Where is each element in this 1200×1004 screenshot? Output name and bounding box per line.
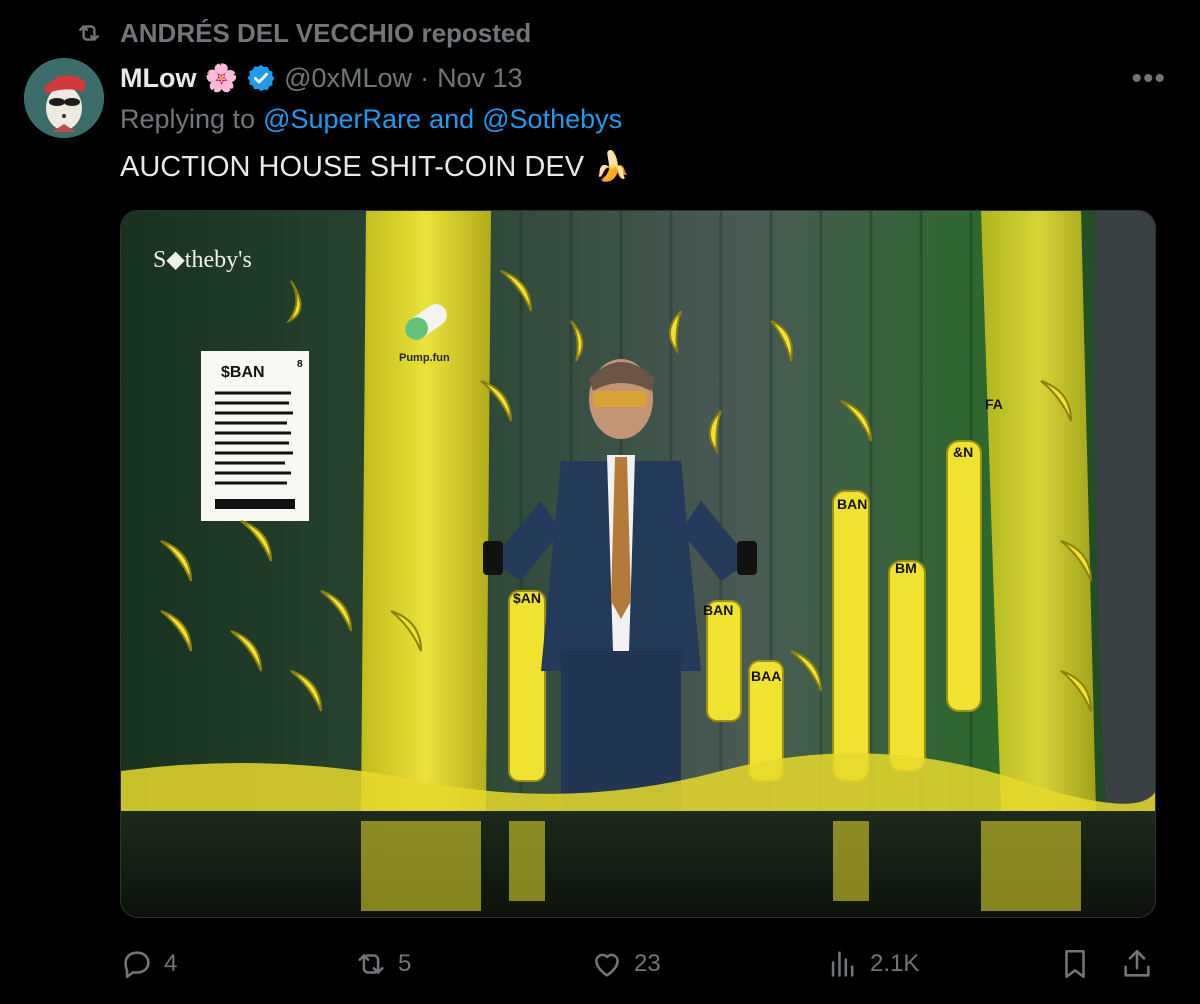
views-count: 2.1K bbox=[870, 950, 920, 977]
reposter-name[interactable]: ANDRÉS DEL VECCHIO bbox=[120, 18, 414, 48]
mention-sothebys[interactable]: @Sothebys bbox=[482, 104, 622, 140]
repost-button[interactable]: 5 bbox=[354, 947, 411, 981]
like-button[interactable]: 23 bbox=[590, 947, 661, 981]
repost-icon bbox=[79, 25, 99, 41]
tweet-media-image[interactable]: $BAN 8 S◆theby's Pump.fun $AN BAN BAA BM… bbox=[120, 210, 1156, 918]
receipt-number: 8 bbox=[297, 359, 303, 370]
banana-emoji: 🍌 bbox=[594, 151, 631, 183]
reposted-by-line[interactable]: ANDRÉS DEL VECCHIO reposted bbox=[76, 16, 531, 50]
reply-icon bbox=[124, 951, 150, 979]
name-emoji: 🌸 bbox=[204, 63, 239, 93]
media-sign-7: FA bbox=[985, 396, 1003, 412]
separator-dot: · bbox=[420, 62, 430, 93]
like-icon bbox=[595, 953, 619, 977]
bookmark-icon bbox=[1065, 949, 1085, 979]
media-sign-5: BAN bbox=[837, 496, 867, 512]
tweet-header: MLow 🌸 @0xMLow · Nov 13 bbox=[120, 60, 523, 96]
verified-badge-icon[interactable] bbox=[246, 63, 276, 93]
reply-count: 4 bbox=[164, 950, 178, 977]
share-icon bbox=[1124, 949, 1150, 977]
media-sign-3: BAA bbox=[751, 668, 781, 684]
receipt-title: $BAN bbox=[221, 364, 265, 381]
reply-joiner[interactable]: and bbox=[429, 104, 474, 140]
repost-icon bbox=[358, 954, 384, 974]
reply-button[interactable]: 4 bbox=[120, 947, 177, 981]
pump-label: Pump.fun bbox=[399, 352, 450, 364]
replying-to-line: Replying to @SuperRare and @Sothebys bbox=[120, 104, 622, 140]
media-logo: S◆theby's bbox=[153, 247, 252, 273]
replying-to-prefix: Replying to bbox=[120, 104, 256, 134]
tweet-date[interactable]: Nov 13 bbox=[437, 63, 523, 94]
media-sign-1: $AN bbox=[513, 590, 541, 606]
tweet-actions: 4 5 23 2.1K bbox=[120, 942, 1160, 986]
more-icon[interactable]: ••• bbox=[1131, 62, 1166, 96]
bookmark-button[interactable] bbox=[1058, 947, 1092, 981]
repost-suffix: reposted bbox=[421, 17, 532, 48]
mention-superrare[interactable]: @SuperRare bbox=[263, 104, 421, 140]
author-handle[interactable]: @0xMLow bbox=[284, 63, 412, 94]
media-sign-2: BAN bbox=[703, 602, 733, 618]
author-name[interactable]: MLow bbox=[120, 63, 196, 94]
media-sign-4: BM bbox=[895, 560, 917, 576]
avatar[interactable] bbox=[24, 58, 104, 138]
share-button[interactable] bbox=[1120, 947, 1154, 981]
tweet-body: AUCTION HOUSE SHIT-COIN DEV bbox=[120, 150, 585, 183]
media-sign-6: &N bbox=[953, 444, 973, 460]
tweet-text: AUCTION HOUSE SHIT-COIN DEV 🍌 bbox=[120, 148, 630, 186]
views-icon bbox=[831, 951, 854, 977]
views-button[interactable]: 2.1K bbox=[826, 947, 919, 981]
like-count: 23 bbox=[634, 950, 661, 977]
repost-count: 5 bbox=[398, 950, 412, 977]
media-illustration: $BAN 8 S◆theby's Pump.fun $AN BAN BAA BM… bbox=[121, 211, 1155, 917]
